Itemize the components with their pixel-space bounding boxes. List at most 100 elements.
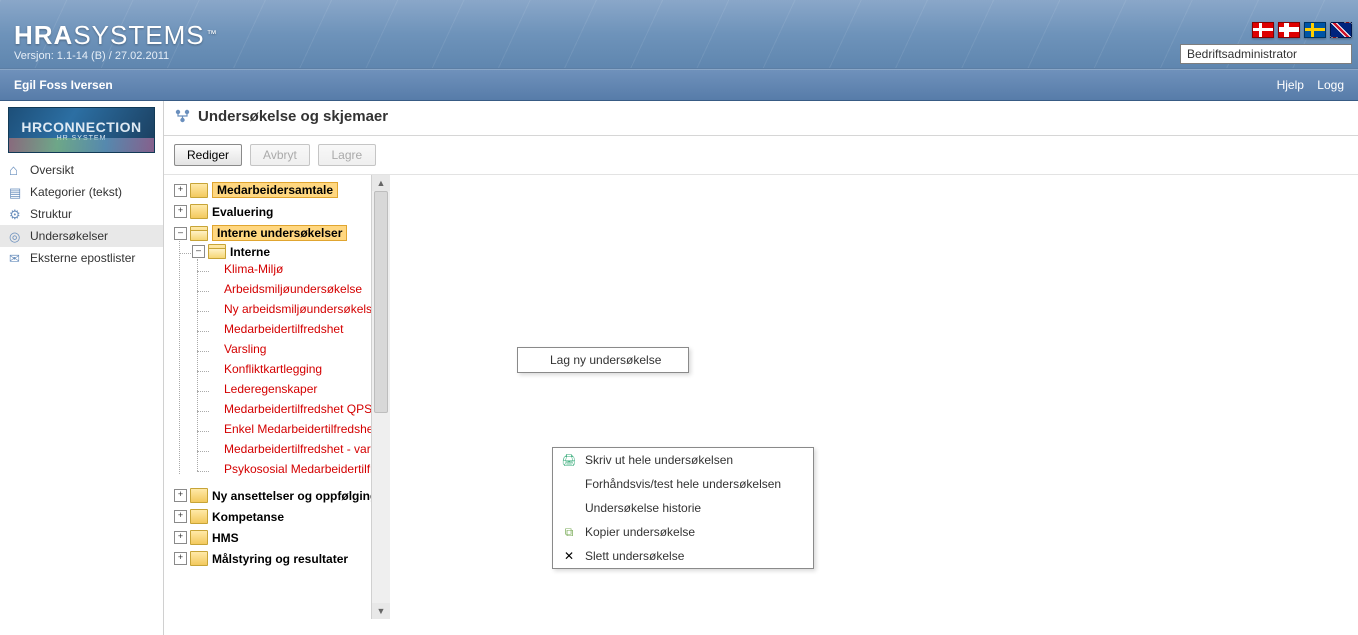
current-user: Egil Foss Iversen [14, 78, 113, 92]
ctx-delete-survey[interactable]: ✕ Slett undersøkelse [553, 544, 813, 568]
tree-leaf[interactable]: Arbeidsmiljøundersøkelse [210, 279, 390, 299]
tree-label[interactable]: Evaluering [212, 205, 273, 219]
nav-label: Struktur [30, 207, 72, 221]
leaf-label[interactable]: Konfliktkartlegging [224, 362, 322, 376]
nav-label: Eksterne epostlister [30, 251, 135, 265]
tree-leaf[interactable]: Medarbeidertilfredshet QPSNordic [210, 399, 390, 419]
expand-icon[interactable]: + [174, 531, 187, 544]
tree-leaf[interactable]: Klima-Miljø [210, 259, 390, 279]
leaf-label[interactable]: Klima-Miljø [224, 262, 283, 276]
ctx-copy-survey[interactable]: ⧉ Kopier undersøkelse [553, 520, 813, 544]
copy-icon: ⧉ [561, 524, 577, 540]
toolbar: Rediger Avbryt Lagre [164, 136, 1358, 175]
expand-icon[interactable]: + [174, 552, 187, 565]
tree-node[interactable]: + Målstyring og resultater [174, 548, 390, 569]
brand-bold: HRA [14, 20, 73, 50]
blank-icon [561, 476, 577, 492]
tree-leaf[interactable]: Lederegenskaper [210, 379, 390, 399]
leaf-label[interactable]: Arbeidsmiljøundersøkelse [224, 282, 362, 296]
folder-icon [190, 204, 208, 219]
tree-node[interactable]: + Evaluering [174, 201, 390, 222]
folder-icon [190, 551, 208, 566]
role-select[interactable]: Bedriftsadministrator [1180, 44, 1352, 64]
ctx-new-survey[interactable]: Lag ny undersøkelse [518, 348, 688, 372]
tree-label[interactable]: Interne [230, 245, 270, 259]
survey-tree: + Medarbeidersamtale + Evaluering – [174, 175, 390, 569]
ctx-print-survey[interactable]: 🖨 Skriv ut hele undersøkelsen [553, 448, 813, 472]
ctx-history-survey[interactable]: Undersøkelse historie [553, 496, 813, 520]
tree-leaf[interactable]: Ny arbeidsmiljøundersøkelse [210, 299, 390, 319]
page-title: Undersøkelse og skjemaer [198, 108, 388, 125]
tree-leaf[interactable]: Varsling [210, 339, 390, 359]
expand-icon[interactable]: + [174, 205, 187, 218]
hrconnection-title: HRCONNECTION [21, 119, 141, 135]
tree-leaf[interactable]: Konfliktkartlegging [210, 359, 390, 379]
tree-leaf[interactable]: Medarbeidertilfredshet - variant [210, 439, 390, 459]
content-area: Undersøkelse og skjemaer Rediger Avbryt … [164, 101, 1358, 635]
leaf-label[interactable]: Psykososial Medarbeidertilfredshet [224, 462, 390, 476]
app-version: Versjon: 1.1-14 (B) / 27.02.2011 [14, 50, 169, 62]
edit-button[interactable]: Rediger [174, 144, 242, 166]
tree-label[interactable]: Medarbeidersamtale [212, 182, 338, 198]
ctx-preview-survey[interactable]: Forhåndsvis/test hele undersøkelsen [553, 472, 813, 496]
scroll-thumb[interactable] [374, 191, 388, 413]
context-menu-folder: Lag ny undersøkelse [517, 347, 689, 373]
flag-norway-icon[interactable] [1278, 22, 1300, 38]
leaf-label[interactable]: Varsling [224, 342, 266, 356]
hrconnection-sub: HR SYSTEM [57, 135, 107, 142]
scroll-down-icon[interactable]: ▼ [372, 603, 390, 619]
folder-icon [190, 509, 208, 524]
mail-icon [9, 250, 25, 266]
leaf-label[interactable]: Medarbeidertilfredshet [224, 322, 343, 336]
tree-node[interactable]: + Medarbeidersamtale [174, 179, 390, 201]
tree-node[interactable]: + HMS [174, 527, 390, 548]
collapse-icon[interactable]: – [174, 227, 187, 240]
blank-icon [561, 500, 577, 516]
page-title-bar: Undersøkelse og skjemaer [164, 101, 1358, 136]
tree-node[interactable]: + Kompetanse [174, 506, 390, 527]
tree-leaf[interactable]: Enkel Medarbeidertilfredshet [210, 419, 390, 439]
leaf-label[interactable]: Medarbeidertilfredshet - variant [224, 442, 390, 456]
leaf-label[interactable]: Lederegenskaper [224, 382, 317, 396]
expand-icon[interactable]: + [174, 184, 187, 197]
expand-icon[interactable]: + [174, 489, 187, 502]
tree-node[interactable]: + Ny ansettelser og oppfølging [174, 485, 390, 506]
nav-maillists[interactable]: Eksterne epostlister [0, 247, 163, 269]
scroll-up-icon[interactable]: ▲ [372, 175, 390, 191]
cancel-button: Avbryt [250, 144, 310, 166]
sub-header: Egil Foss Iversen Hjelp Logg [0, 69, 1358, 101]
nav-label: Kategorier (tekst) [30, 185, 122, 199]
leaf-label[interactable]: Enkel Medarbeidertilfredshet [224, 422, 377, 436]
tree-label[interactable]: HMS [212, 531, 239, 545]
tree-node[interactable]: – Interne undersøkelser – Interne [174, 222, 390, 485]
hrconnection-banner[interactable]: HRCONNECTION HR SYSTEM [8, 107, 155, 153]
app-brand: HRASYSTEMS™ [14, 22, 218, 48]
tree-leaf[interactable]: Psykososial Medarbeidertilfredshet [210, 459, 390, 479]
log-link[interactable]: Logg [1317, 78, 1344, 92]
tree-leaf[interactable]: Medarbeidertilfredshet [210, 319, 390, 339]
tree-panel: + Medarbeidersamtale + Evaluering – [174, 175, 390, 619]
tree-label[interactable]: Kompetanse [212, 510, 284, 524]
folder-icon [190, 530, 208, 545]
ctx-label: Forhåndsvis/test hele undersøkelsen [585, 477, 781, 491]
folder-open-icon [208, 244, 226, 259]
collapse-icon[interactable]: – [192, 245, 205, 258]
tree-label[interactable]: Målstyring og resultater [212, 552, 348, 566]
tree-label[interactable]: Interne undersøkelser [212, 225, 347, 241]
nav-overview[interactable]: Oversikt [0, 159, 163, 181]
tree-label[interactable]: Ny ansettelser og oppfølging [212, 489, 377, 503]
expand-icon[interactable]: + [174, 510, 187, 523]
tree-node[interactable]: – Interne Klima-Miljø Arbeidsmiljøunders… [192, 241, 390, 482]
flag-sweden-icon[interactable] [1304, 22, 1326, 38]
nav-structure[interactable]: Struktur [0, 203, 163, 225]
nav-surveys[interactable]: Undersøkelser [0, 225, 163, 247]
nav-categories[interactable]: Kategorier (tekst) [0, 181, 163, 203]
help-link[interactable]: Hjelp [1277, 78, 1304, 92]
flag-denmark-icon[interactable] [1252, 22, 1274, 38]
nav-label: Oversikt [30, 163, 74, 177]
leaf-label[interactable]: Ny arbeidsmiljøundersøkelse [224, 302, 379, 316]
flag-uk-icon[interactable] [1330, 22, 1352, 38]
tree-scrollbar[interactable]: ▲ ▼ [371, 175, 390, 619]
leaf-label[interactable]: Medarbeidertilfredshet QPSNordic [224, 402, 390, 416]
blank-icon [526, 352, 542, 368]
